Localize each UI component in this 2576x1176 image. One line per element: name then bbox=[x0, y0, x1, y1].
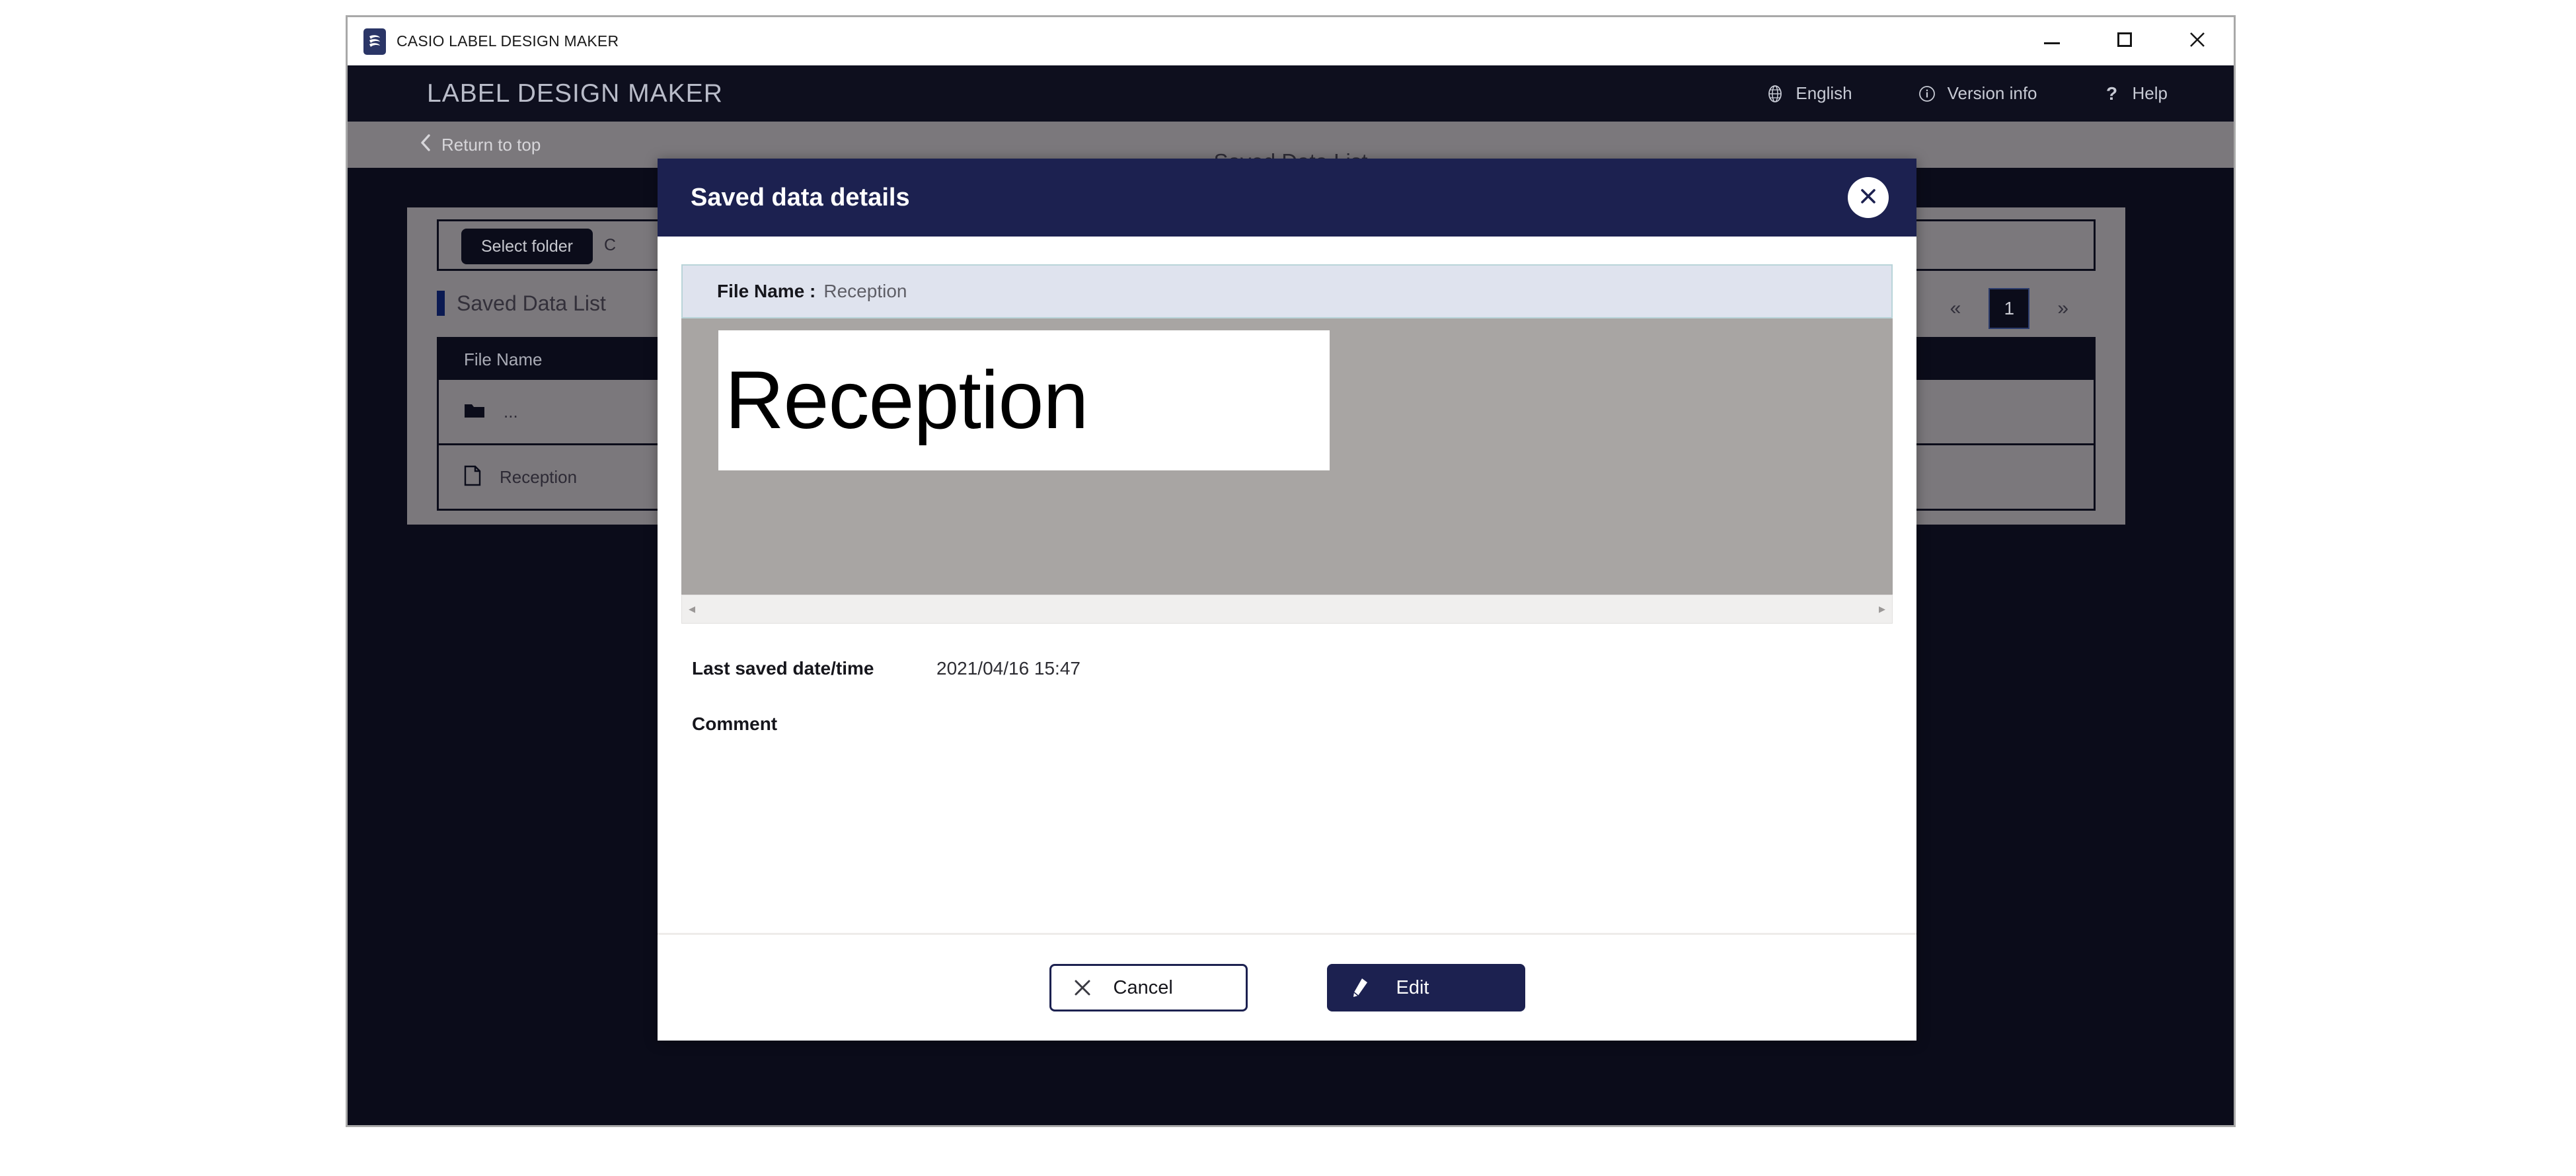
pagination: « 1 » bbox=[1950, 288, 2068, 329]
dialog-body: File Name : Reception Reception ◂ ▸ Last… bbox=[658, 237, 1916, 935]
row-label: ... bbox=[504, 401, 518, 422]
last-page-button[interactable]: » bbox=[2057, 297, 2068, 320]
last-saved-row: Last saved date/time 2021/04/16 15:47 bbox=[692, 658, 1916, 679]
comment-row: Comment bbox=[692, 714, 1916, 735]
file-name-bar: File Name : Reception bbox=[681, 264, 1893, 318]
cancel-button[interactable]: Cancel bbox=[1049, 964, 1248, 1011]
dialog-divider bbox=[658, 933, 1916, 935]
maximize-icon bbox=[2117, 32, 2132, 50]
maximize-button[interactable] bbox=[2088, 17, 2161, 65]
file-name-label: File Name : bbox=[717, 281, 816, 301]
column-header-file-name: File Name bbox=[464, 349, 543, 369]
cancel-label: Cancel bbox=[1113, 976, 1173, 998]
titlebar-left-group: CASIO LABEL DESIGN MAKER bbox=[348, 28, 619, 55]
language-button[interactable]: English bbox=[1765, 83, 1852, 104]
file-icon bbox=[464, 465, 481, 490]
edit-label: Edit bbox=[1396, 976, 1429, 998]
pencil-icon bbox=[1346, 978, 1374, 998]
label-preview-area[interactable]: Reception bbox=[681, 318, 1893, 595]
minimize-icon bbox=[2044, 36, 2060, 48]
return-to-top-label: Return to top bbox=[441, 134, 541, 155]
file-name-value: Reception bbox=[823, 281, 907, 301]
dialog-title: Saved data details bbox=[691, 183, 910, 211]
scroll-left-arrow-icon[interactable]: ◂ bbox=[689, 603, 695, 616]
last-saved-value: 2021/04/16 15:47 bbox=[936, 658, 1080, 679]
first-page-button[interactable]: « bbox=[1950, 297, 1961, 320]
last-saved-label: Last saved date/time bbox=[692, 658, 874, 679]
globe-icon bbox=[1765, 84, 1785, 104]
saved-data-details-dialog: Saved data details File Name : Reception… bbox=[658, 159, 1916, 1041]
return-to-top-button[interactable]: Return to top bbox=[420, 133, 541, 156]
page-number-1[interactable]: 1 bbox=[1989, 288, 2030, 329]
select-folder-button[interactable]: Select folder bbox=[461, 229, 593, 264]
version-info-button[interactable]: Version info bbox=[1917, 83, 2037, 104]
header-actions: English Version info ? Help bbox=[1765, 65, 2168, 122]
dialog-close-button[interactable] bbox=[1848, 177, 1889, 218]
dialog-footer: Cancel Edit bbox=[658, 935, 1916, 1041]
chevron-left-icon bbox=[420, 133, 431, 156]
window-controls bbox=[2016, 17, 2234, 65]
close-circle-icon bbox=[1858, 186, 1878, 209]
row-label: Reception bbox=[500, 466, 578, 487]
question-mark-icon: ? bbox=[2105, 83, 2118, 104]
section-accent-bar bbox=[437, 291, 445, 316]
casio-logo-icon bbox=[363, 28, 386, 55]
scroll-right-arrow-icon[interactable]: ▸ bbox=[1879, 603, 1885, 616]
help-label: Help bbox=[2132, 83, 2168, 103]
comment-label: Comment bbox=[692, 714, 778, 734]
edit-button[interactable]: Edit bbox=[1326, 964, 1525, 1011]
close-button[interactable] bbox=[2161, 17, 2234, 65]
folder-icon bbox=[464, 402, 485, 422]
brand-header: LABEL DESIGN MAKER English Version info … bbox=[348, 65, 2234, 122]
folder-path-text: C bbox=[604, 236, 617, 254]
section-title: Saved Data List bbox=[457, 291, 606, 315]
label-canvas: Reception bbox=[718, 330, 1330, 470]
brand-title: LABEL DESIGN MAKER bbox=[427, 79, 723, 108]
help-button[interactable]: ? Help bbox=[2102, 83, 2168, 104]
preview-horizontal-scrollbar[interactable]: ◂ ▸ bbox=[681, 595, 1893, 624]
desktop-background: CASIO LABEL DESIGN MAKER LABEL DESIGN MA… bbox=[0, 0, 2576, 1176]
label-text: Reception bbox=[725, 355, 1088, 446]
minimize-button[interactable] bbox=[2016, 17, 2088, 65]
language-label: English bbox=[1796, 83, 1852, 103]
window-title: CASIO LABEL DESIGN MAKER bbox=[397, 32, 619, 50]
close-icon bbox=[2189, 32, 2205, 51]
info-circle-icon bbox=[1917, 84, 1937, 104]
dialog-header: Saved data details bbox=[658, 159, 1916, 237]
version-info-label: Version info bbox=[1947, 83, 2037, 103]
x-icon bbox=[1069, 979, 1096, 996]
window-titlebar: CASIO LABEL DESIGN MAKER bbox=[348, 17, 2234, 65]
section-title-row: Saved Data List bbox=[437, 291, 606, 316]
